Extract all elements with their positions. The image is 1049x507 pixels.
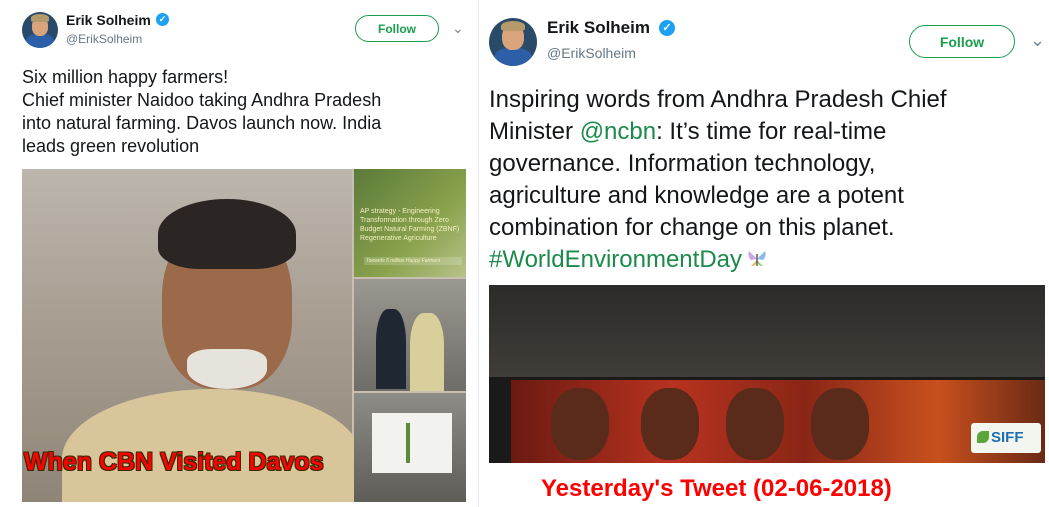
photo-hair	[158, 199, 296, 269]
tweet-left: Erik Solheim ✓ @ErikSolheim Follow ⌄ Six…	[0, 0, 478, 507]
slide-subtitle: Towards 6 million Happy Farmers	[364, 257, 462, 265]
avatar-hair	[500, 20, 526, 32]
tweet-media-photo[interactable]: SIFF	[489, 285, 1045, 463]
projection-screen	[372, 413, 452, 473]
author-handle[interactable]: @ErikSolheim	[547, 45, 636, 61]
screen-face	[811, 388, 869, 460]
screen-face	[641, 388, 699, 460]
follow-button[interactable]: Follow	[355, 15, 439, 42]
tweet-text: Six million happy farmers! Chief ministe…	[22, 67, 382, 156]
mention-link[interactable]: @ncbn	[580, 118, 656, 145]
chevron-down-icon[interactable]: ⌄	[452, 20, 464, 37]
follow-button[interactable]: Follow	[909, 25, 1015, 58]
photo-person-2	[410, 313, 444, 391]
avatar-shirt	[493, 47, 533, 66]
author-name[interactable]: Erik Solheim	[547, 18, 650, 38]
overlay-caption-left: When CBN Visited Davos	[24, 448, 324, 476]
stage-ceiling	[489, 285, 1045, 377]
overlay-caption-right: Yesterday's Tweet (02-06-2018)	[541, 475, 892, 502]
siff-logo: SIFF	[971, 423, 1041, 453]
tweet-text: Inspiring words from Andhra Pradesh Chie…	[489, 84, 1044, 276]
led-screen	[511, 380, 1045, 463]
screen-face	[726, 388, 784, 460]
slide-photo: AP strategy - Engineering Transformation…	[354, 169, 466, 277]
avatar[interactable]	[22, 12, 58, 48]
verified-badge-icon: ✓	[156, 13, 169, 26]
author-handle[interactable]: @ErikSolheim	[66, 32, 142, 46]
siff-label: SIFF	[991, 429, 1024, 446]
author-name[interactable]: Erik Solheim	[66, 12, 151, 28]
verified-badge-icon: ✓	[659, 20, 675, 36]
avatar-hair	[30, 14, 50, 23]
launch-photo	[354, 279, 466, 391]
tweet-right: Erik Solheim ✓ @ErikSolheim Follow ⌄ Ins…	[478, 0, 1049, 507]
slide-text: AP strategy - Engineering Transformation…	[360, 208, 460, 242]
leaf-icon	[977, 431, 989, 443]
butterfly-icon	[748, 251, 766, 267]
avatar-shirt	[25, 34, 55, 48]
chevron-down-icon[interactable]: ⌄	[1030, 30, 1045, 51]
photo-person-1	[376, 309, 406, 389]
photo-beard	[187, 349, 267, 389]
plant-graphic	[406, 423, 410, 463]
avatar[interactable]	[489, 18, 537, 66]
presentation-photo	[354, 393, 466, 502]
hashtag-link[interactable]: #WorldEnvironmentDay	[489, 246, 742, 273]
photo-torso	[62, 389, 362, 502]
screen-face	[551, 388, 609, 460]
side-photo-strip: AP strategy - Engineering Transformation…	[354, 169, 466, 502]
